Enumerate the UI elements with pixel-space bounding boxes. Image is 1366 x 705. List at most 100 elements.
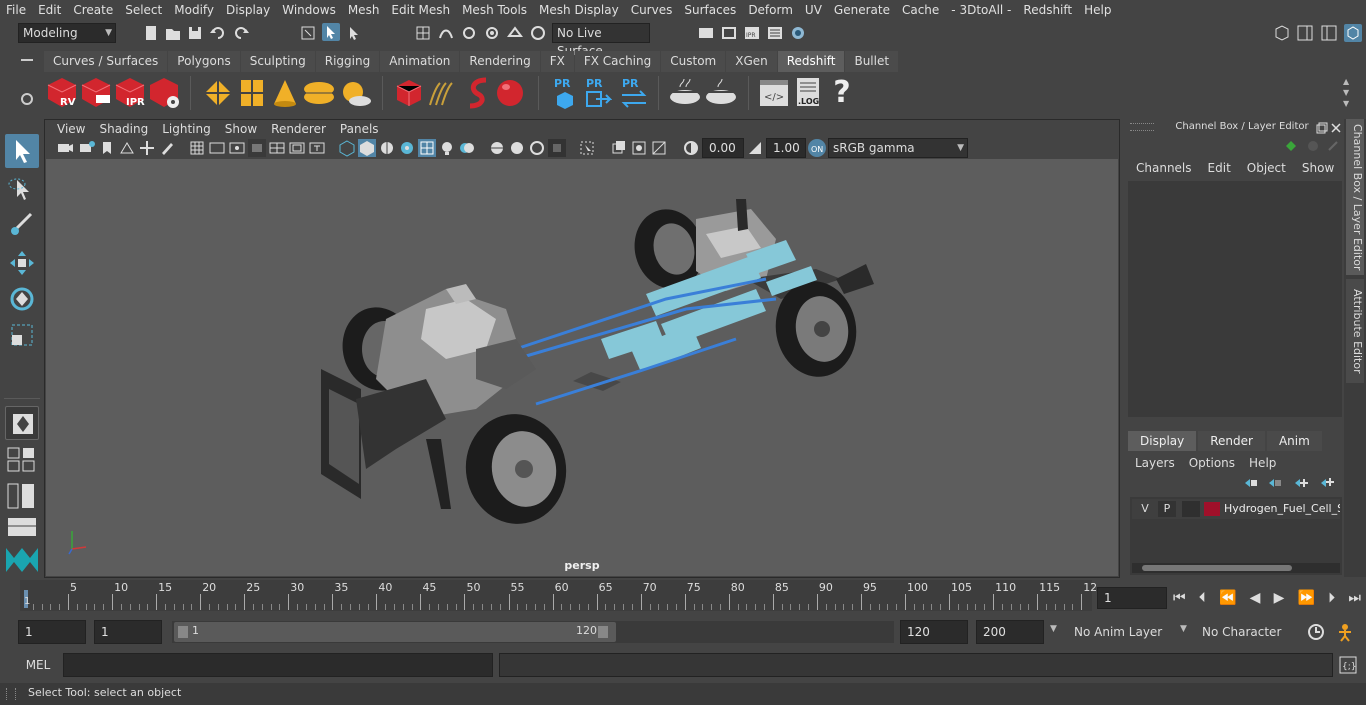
colorspace-dropdown[interactable]: sRGB gamma ▼: [828, 138, 968, 158]
save-scene-icon[interactable]: [186, 24, 204, 42]
script-editor-icon[interactable]: {;}: [1339, 656, 1357, 674]
rotate-tool-button[interactable]: [5, 282, 39, 316]
bake-icon[interactable]: [668, 77, 702, 109]
menu-generate[interactable]: Generate: [828, 0, 896, 21]
shelf-tab-rendering[interactable]: Rendering: [460, 51, 540, 72]
step-forward-frame-icon[interactable]: ⏵: [1328, 590, 1335, 606]
play-forward-icon[interactable]: ▶: [1274, 590, 1285, 606]
character-set-dropdown[interactable]: No Character Set: [1196, 620, 1300, 663]
channel-menu-object[interactable]: Object: [1239, 161, 1294, 179]
add-layer-selected-icon[interactable]: [1318, 475, 1336, 491]
menu-windows[interactable]: Windows: [276, 0, 342, 21]
shelf-tab-bullet[interactable]: Bullet: [845, 51, 899, 72]
shelf-tab-xgen[interactable]: XGen: [726, 51, 777, 72]
start-time-field[interactable]: 1: [18, 620, 86, 644]
smooth-shade-icon[interactable]: [358, 139, 376, 157]
exposure-field[interactable]: 0.00: [702, 138, 744, 158]
render-history-icon[interactable]: [697, 24, 715, 42]
shelf-tab-animation[interactable]: Animation: [380, 51, 460, 72]
playback-start-field[interactable]: 1: [94, 620, 162, 644]
end-time-field[interactable]: 200: [976, 620, 1044, 644]
scale-tool-button[interactable]: [5, 318, 39, 352]
shelf-tab-polygons[interactable]: Polygons: [168, 51, 240, 72]
layer-tab-display[interactable]: Display: [1128, 431, 1197, 451]
shadows-icon[interactable]: [458, 139, 476, 157]
viewport-menu-lighting[interactable]: Lighting: [155, 122, 218, 136]
anti-aliasing-icon[interactable]: [528, 139, 546, 157]
lasso-tool-button[interactable]: [5, 172, 39, 206]
shelf-tab-rigging[interactable]: Rigging: [315, 51, 380, 72]
viewport-menu-shading[interactable]: Shading: [92, 122, 155, 136]
grid-icon[interactable]: [188, 139, 206, 157]
tab-attribute-editor[interactable]: Attribute Editor: [1346, 279, 1364, 383]
layer-reference-toggle[interactable]: [1182, 501, 1200, 517]
new-layer-empty-icon[interactable]: [1242, 475, 1260, 491]
channel-menu-channels[interactable]: Channels: [1128, 161, 1200, 179]
gear-icon[interactable]: [20, 92, 34, 106]
grease-pencil-icon[interactable]: [158, 139, 176, 157]
render-settings-shelf-icon[interactable]: [148, 75, 182, 111]
shelf-options[interactable]: [18, 54, 38, 114]
hypershade-icon[interactable]: [789, 24, 807, 42]
step-back-frame-icon[interactable]: ⏪: [1219, 590, 1236, 606]
layer-row[interactable]: V P Hydrogen_Fuel_Cell_S: [1132, 499, 1340, 519]
go-to-start-icon[interactable]: ⏮: [1173, 590, 1186, 606]
menu-create[interactable]: Create: [67, 0, 119, 21]
menu-deform[interactable]: Deform: [742, 0, 799, 21]
viewport-menu-show[interactable]: Show: [218, 122, 264, 136]
bookmark-icon[interactable]: [98, 139, 116, 157]
menu-uv[interactable]: UV: [799, 0, 828, 21]
float-window-icon[interactable]: [1316, 122, 1328, 134]
menu-help[interactable]: Help: [1078, 0, 1117, 21]
paint-select-tool-button[interactable]: [5, 208, 39, 242]
use-all-lights-icon[interactable]: [438, 139, 456, 157]
exposure-icon[interactable]: [682, 139, 700, 157]
layer-playback-toggle[interactable]: P: [1158, 501, 1176, 517]
menu-cache[interactable]: Cache: [896, 0, 945, 21]
gamma-icon[interactable]: [746, 139, 764, 157]
chevron-down-icon[interactable]: ▼: [1180, 624, 1187, 634]
layer-menu-options[interactable]: Options: [1182, 453, 1242, 473]
snap-grid-icon[interactable]: [414, 24, 432, 42]
dome-light-icon[interactable]: [302, 79, 336, 107]
help-icon[interactable]: ?: [830, 75, 854, 111]
menu-curves[interactable]: Curves: [625, 0, 679, 21]
render-frame-icon[interactable]: [720, 24, 738, 42]
menu-modify[interactable]: Modify: [168, 0, 220, 21]
default-material-icon[interactable]: [378, 139, 396, 157]
snap-surface-icon[interactable]: [506, 24, 524, 42]
step-back-key-icon[interactable]: ⏴: [1199, 590, 1206, 606]
make-live-icon[interactable]: [529, 24, 547, 42]
menu-mesh[interactable]: Mesh: [342, 0, 386, 21]
persp-viewport[interactable]: persp: [46, 159, 1118, 576]
move-tool-button[interactable]: [5, 246, 39, 280]
xray-icon[interactable]: [610, 139, 628, 157]
help-line-grip[interactable]: [6, 688, 16, 700]
layer-tab-render[interactable]: Render: [1198, 431, 1265, 451]
ipr-icon[interactable]: IPR: [114, 75, 148, 111]
modeling-toolkit-icon[interactable]: [1344, 24, 1362, 42]
range-slider-handle[interactable]: 1 120: [174, 622, 616, 642]
layer-menu-layers[interactable]: Layers: [1128, 453, 1182, 473]
menu-surfaces[interactable]: Surfaces: [678, 0, 742, 21]
channel-menu-edit[interactable]: Edit: [1200, 161, 1239, 179]
layer-toggle-icon[interactable]: [1306, 139, 1320, 153]
script-editor-icon[interactable]: </>: [758, 77, 790, 109]
single-pane-layout-button[interactable]: [5, 406, 39, 440]
depth-of-field-icon[interactable]: [548, 139, 566, 157]
log-icon[interactable]: .LOG: [794, 76, 824, 110]
auto-key-icon[interactable]: [1306, 622, 1326, 642]
layer-color-swatch[interactable]: [1204, 502, 1220, 516]
menu-edit[interactable]: Edit: [32, 0, 67, 21]
layer-scrollbar[interactable]: [1132, 563, 1340, 573]
textured-icon[interactable]: [398, 139, 416, 157]
attribute-toggle-icon[interactable]: [1326, 139, 1340, 153]
tab-channel-box[interactable]: Channel Box / Layer Editor: [1346, 119, 1364, 275]
motion-blur-icon[interactable]: [508, 139, 526, 157]
menu-select[interactable]: Select: [119, 0, 168, 21]
playback-end-field[interactable]: 120: [900, 620, 968, 644]
screen-space-ao-icon[interactable]: [488, 139, 506, 157]
snap-view-icon[interactable]: [483, 24, 501, 42]
select-object-icon[interactable]: [322, 23, 340, 41]
shelf-tab-curves-surfaces[interactable]: Curves / Surfaces: [44, 51, 168, 72]
